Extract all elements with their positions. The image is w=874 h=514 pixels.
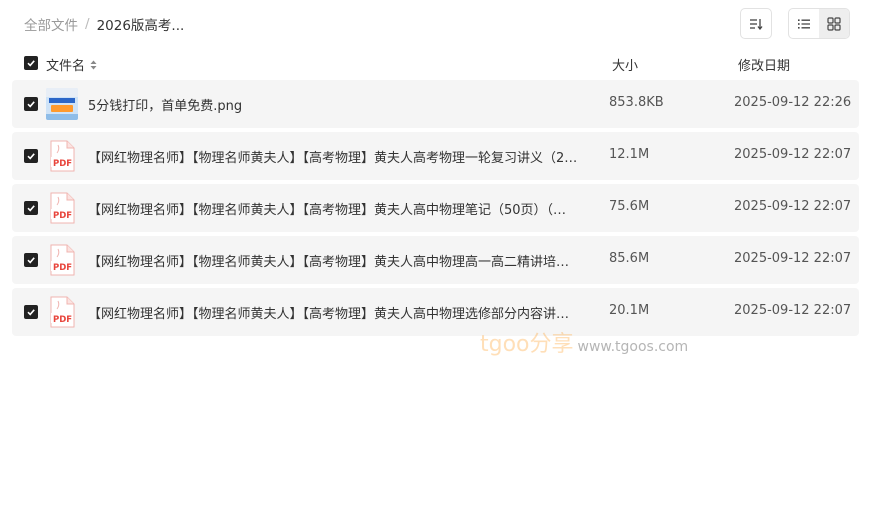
- file-row[interactable]: PDF 【网红物理名师】【物理名师黄夫人】【高考物理】黄夫人高中物理高一高二精讲…: [12, 236, 859, 284]
- pdf-file-icon: PDF: [46, 192, 78, 224]
- watermark-brand: tgoo分享: [480, 332, 574, 357]
- grid-view-icon: [827, 16, 841, 31]
- file-size: 85.6M: [609, 251, 650, 266]
- name-column-label: 文件名: [46, 59, 86, 74]
- name-column-header[interactable]: 文件名: [46, 55, 97, 74]
- list-view-icon: [798, 18, 810, 29]
- file-name[interactable]: 5分钱打印，首单免费.png: [88, 95, 578, 114]
- watermark-url: www.tgoos.com: [577, 339, 689, 355]
- svg-text:PDF: PDF: [53, 315, 72, 325]
- file-name[interactable]: 【网红物理名师】【物理名师黄夫人】【高考物理】黄夫人高中物理选修部分内容讲义..…: [88, 303, 578, 322]
- grid-view-button[interactable]: [819, 9, 849, 38]
- date-column-header[interactable]: 修改日期: [738, 55, 790, 74]
- checkmark-icon: [27, 60, 35, 67]
- checkmark-icon: [27, 153, 35, 160]
- file-size: 12.1M: [609, 147, 650, 162]
- file-name[interactable]: 【网红物理名师】【物理名师黄夫人】【高考物理】黄夫人高中物理高一高二精讲培优..…: [88, 251, 578, 270]
- file-size: 20.1M: [609, 303, 650, 318]
- file-date: 2025-09-12 22:07: [734, 147, 852, 162]
- file-row[interactable]: PDF 【网红物理名师】【物理名师黄夫人】【高考物理】黄夫人高中物理选修部分内容…: [12, 288, 859, 336]
- file-table-header: 文件名 大小 修改日期: [12, 50, 859, 78]
- sort-caret-icon: [90, 60, 97, 70]
- select-all-checkbox[interactable]: [24, 56, 38, 70]
- breadcrumb-separator: /: [85, 16, 90, 32]
- file-name[interactable]: 【网红物理名师】【物理名师黄夫人】【高考物理】黄夫人高中物理笔记（50页）（完.…: [88, 199, 578, 218]
- row-checkbox[interactable]: [24, 253, 38, 267]
- pdf-file-icon: PDF: [46, 296, 78, 328]
- breadcrumb-current: 2026版高考...: [96, 18, 185, 34]
- breadcrumb-root-link[interactable]: 全部文件: [24, 14, 78, 34]
- file-row[interactable]: PDF 【网红物理名师】【物理名师黄夫人】【高考物理】黄夫人高中物理笔记（50页…: [12, 184, 859, 232]
- size-column-header[interactable]: 大小: [612, 55, 638, 74]
- svg-text:PDF: PDF: [53, 159, 72, 169]
- file-date: 2025-09-12 22:07: [734, 199, 852, 214]
- top-bar: 全部文件 / 2026版高考...: [0, 0, 874, 48]
- checkmark-icon: [27, 309, 35, 316]
- view-toggle-group: [788, 8, 850, 39]
- watermark: tgoo分享 www.tgoos.com: [480, 326, 688, 358]
- list-view-button[interactable]: [789, 9, 819, 38]
- file-size: 853.8KB: [609, 95, 664, 110]
- pdf-file-icon: PDF: [46, 140, 78, 172]
- checkmark-icon: [27, 101, 35, 108]
- image-thumbnail: [46, 88, 78, 120]
- file-date: 2025-09-12 22:26: [734, 95, 852, 110]
- row-checkbox[interactable]: [24, 97, 38, 111]
- checkmark-icon: [27, 205, 35, 212]
- svg-text:PDF: PDF: [53, 211, 72, 221]
- svg-text:PDF: PDF: [53, 263, 72, 273]
- sort-button[interactable]: [740, 8, 772, 39]
- file-size: 75.6M: [609, 199, 650, 214]
- file-date: 2025-09-12 22:07: [734, 251, 852, 266]
- breadcrumb: 全部文件 / 2026版高考...: [24, 14, 184, 34]
- file-row[interactable]: 5分钱打印，首单免费.png 853.8KB 2025-09-12 22:26: [12, 80, 859, 128]
- row-checkbox[interactable]: [24, 201, 38, 215]
- sort-lines-icon: [750, 18, 763, 30]
- row-checkbox[interactable]: [24, 149, 38, 163]
- checkmark-icon: [27, 257, 35, 264]
- file-date: 2025-09-12 22:07: [734, 303, 852, 318]
- pdf-file-icon: PDF: [46, 244, 78, 276]
- file-name[interactable]: 【网红物理名师】【物理名师黄夫人】【高考物理】黄夫人高考物理一轮复习讲义（208…: [88, 147, 578, 166]
- file-row[interactable]: PDF 【网红物理名师】【物理名师黄夫人】【高考物理】黄夫人高考物理一轮复习讲义…: [12, 132, 859, 180]
- row-checkbox[interactable]: [24, 305, 38, 319]
